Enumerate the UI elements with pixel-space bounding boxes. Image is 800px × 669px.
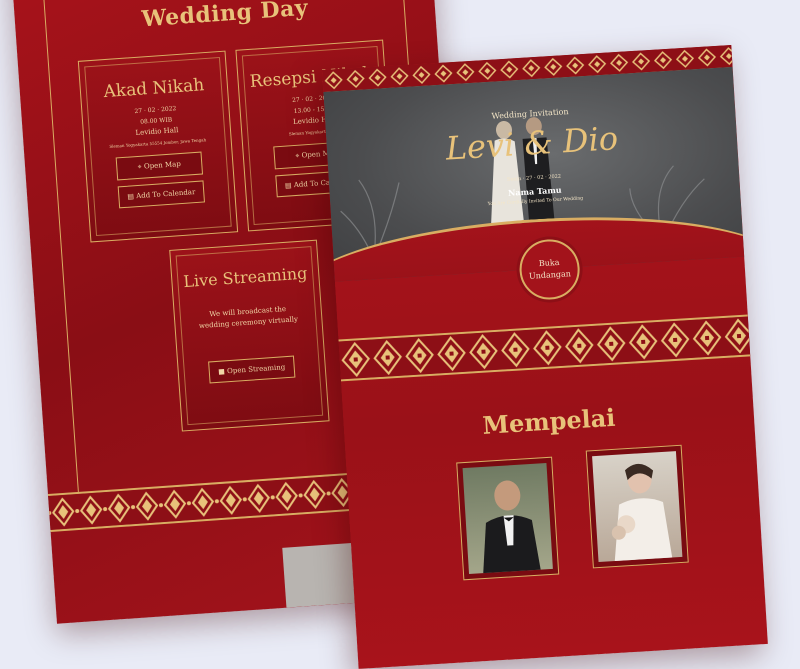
streaming-card: Live Streaming We will broadcast the wed…	[169, 239, 330, 432]
groom-photo	[462, 463, 553, 574]
akad-card: Akad Nikah 27 · 02 · 2022 08.00 WIB Levi…	[77, 50, 239, 243]
bride-photo	[592, 451, 683, 563]
batik-band-middle	[338, 314, 751, 382]
batik-pattern	[338, 316, 751, 380]
bride-photo-frame	[585, 444, 689, 569]
groom-photo-frame	[456, 456, 560, 581]
invitation-cover-card: Wedding Invitation Levi & Dio Senin · 27…	[322, 44, 768, 669]
mempelai-title: Mempelai	[481, 402, 617, 440]
